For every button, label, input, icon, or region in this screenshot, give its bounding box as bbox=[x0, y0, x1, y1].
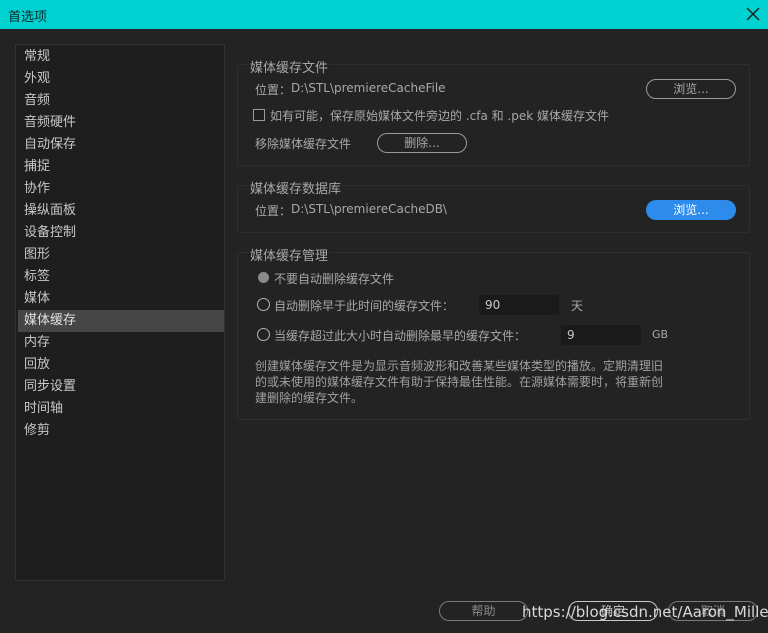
no-auto-delete-radio[interactable] bbox=[258, 272, 269, 283]
auto-delete-by-age-radio[interactable] bbox=[257, 298, 270, 311]
sidebar-item-collaboration[interactable]: 协作 bbox=[18, 178, 224, 200]
sidebar-item-labels[interactable]: 标签 bbox=[18, 266, 224, 288]
sidebar-item-playback[interactable]: 回放 bbox=[18, 354, 224, 376]
preferences-sidebar: 常规 外观 音频 音频硬件 自动保存 捕捉 协作 操纵面板 设备控制 图形 标签… bbox=[15, 44, 225, 581]
sidebar-item-sync-settings[interactable]: 同步设置 bbox=[18, 376, 224, 398]
sidebar-item-appearance[interactable]: 外观 bbox=[18, 68, 224, 90]
cache-db-browse-button[interactable]: 浏览... bbox=[646, 200, 736, 220]
auto-delete-by-size-radio[interactable] bbox=[257, 328, 270, 341]
sidebar-item-audio-hardware[interactable]: 音频硬件 bbox=[18, 112, 224, 134]
sidebar-item-device-control[interactable]: 设备控制 bbox=[18, 222, 224, 244]
section-title-cache-db: 媒体缓存数据库 bbox=[248, 178, 344, 197]
cache-db-location-label: 位置： bbox=[255, 204, 292, 218]
sidebar-item-graphics[interactable]: 图形 bbox=[18, 244, 224, 266]
cache-management-description: 创建媒体缓存文件是为显示音频波形和改善某些媒体类型的播放。定期清理旧的或未使用的… bbox=[255, 359, 664, 405]
auto-delete-by-age-label: 自动删除早于此时间的缓存文件： bbox=[274, 299, 455, 313]
sidebar-item-auto-save[interactable]: 自动保存 bbox=[18, 134, 224, 156]
sidebar-item-timeline[interactable]: 时间轴 bbox=[18, 398, 224, 420]
sidebar-item-capture[interactable]: 捕捉 bbox=[18, 156, 224, 178]
cache-files-location-path: D:\STL\premiereCacheFile bbox=[291, 81, 446, 95]
no-auto-delete-label: 不要自动删除缓存文件 bbox=[274, 272, 395, 286]
title-bar: 首选项 bbox=[0, 0, 768, 29]
section-title-cache-management: 媒体缓存管理 bbox=[248, 245, 331, 264]
save-beside-originals-checkbox[interactable] bbox=[253, 109, 265, 121]
sidebar-item-control-surface[interactable]: 操纵面板 bbox=[18, 200, 224, 222]
cache-files-browse-button[interactable]: 浏览... bbox=[646, 79, 736, 99]
help-button[interactable]: 帮助 bbox=[439, 601, 528, 621]
cache-size-unit-label: GB bbox=[652, 328, 669, 341]
save-beside-originals-label: 如有可能，保存原始媒体文件旁边的 .cfa 和 .pek 媒体缓存文件 bbox=[270, 109, 610, 123]
section-title-cache-files: 媒体缓存文件 bbox=[248, 57, 331, 76]
cache-age-unit-label: 天 bbox=[571, 299, 584, 313]
cache-files-location-label: 位置： bbox=[255, 83, 292, 97]
sidebar-item-memory[interactable]: 内存 bbox=[18, 332, 224, 354]
cache-size-input[interactable]: 9 bbox=[561, 325, 641, 345]
close-icon[interactable] bbox=[744, 5, 762, 23]
sidebar-item-media[interactable]: 媒体 bbox=[18, 288, 224, 310]
sidebar-item-general[interactable]: 常规 bbox=[18, 46, 224, 68]
cache-age-days-input[interactable]: 90 bbox=[479, 295, 559, 315]
delete-cache-files-button[interactable]: 删除... bbox=[377, 133, 467, 153]
watermark-text: https://blog.csdn.net/Aaron_Miller bbox=[522, 603, 768, 621]
sidebar-item-media-cache[interactable]: 媒体缓存 bbox=[18, 310, 224, 332]
window-title: 首选项 bbox=[8, 10, 48, 25]
cache-db-location-path: D:\STL\premiereCacheDB\ bbox=[291, 202, 447, 216]
remove-cache-files-label: 移除媒体缓存文件 bbox=[255, 137, 352, 151]
auto-delete-by-size-label: 当缓存超过此大小时自动删除最早的缓存文件： bbox=[274, 329, 527, 343]
sidebar-item-trim[interactable]: 修剪 bbox=[18, 420, 224, 442]
sidebar-item-audio[interactable]: 音频 bbox=[18, 90, 224, 112]
